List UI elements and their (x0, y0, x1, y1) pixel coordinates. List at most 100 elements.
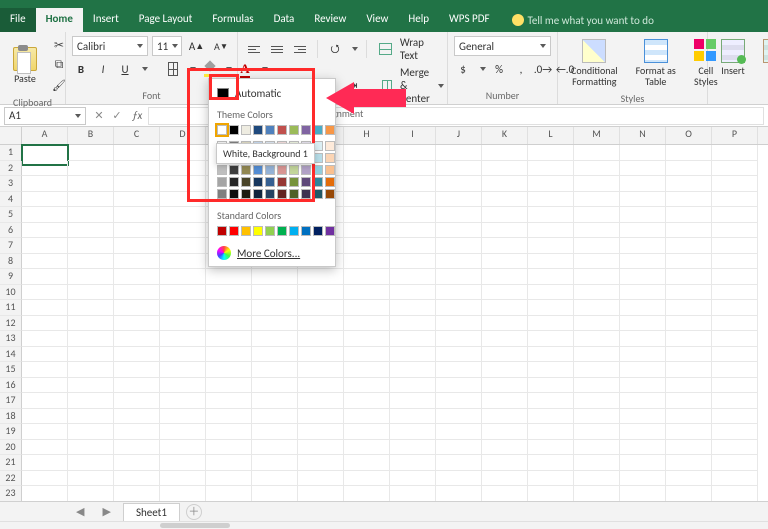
color-swatch[interactable] (253, 165, 263, 175)
bold-button[interactable]: B (72, 60, 90, 78)
column-header[interactable]: M (574, 127, 620, 144)
cell[interactable] (528, 471, 574, 487)
color-swatch[interactable] (229, 125, 239, 135)
cell[interactable] (574, 285, 620, 301)
cell[interactable] (390, 471, 436, 487)
cell[interactable] (68, 486, 114, 501)
tell-me[interactable]: Tell me what you want to do (512, 8, 654, 32)
tab-file[interactable]: File (0, 8, 36, 32)
cell[interactable] (436, 269, 482, 285)
cell[interactable] (712, 440, 758, 456)
cell[interactable] (482, 486, 528, 501)
enter-formula-button[interactable]: ✓ (108, 109, 126, 122)
cell[interactable] (436, 254, 482, 270)
color-swatch[interactable] (301, 189, 311, 199)
column-header[interactable]: O (666, 127, 712, 144)
cell[interactable] (620, 486, 666, 501)
cell[interactable] (22, 269, 68, 285)
cell[interactable] (620, 409, 666, 425)
cell[interactable] (528, 440, 574, 456)
cell[interactable] (114, 238, 160, 254)
cell[interactable] (160, 440, 206, 456)
cell[interactable] (666, 285, 712, 301)
cell[interactable] (68, 471, 114, 487)
color-swatch[interactable] (265, 177, 275, 187)
cell[interactable] (344, 362, 390, 378)
fill-color-button[interactable] (200, 60, 218, 78)
cell[interactable] (114, 409, 160, 425)
cell[interactable] (482, 238, 528, 254)
cell[interactable] (436, 207, 482, 223)
color-swatch[interactable] (265, 125, 275, 135)
cell[interactable] (712, 145, 758, 161)
row-header[interactable]: 22 (0, 471, 22, 487)
cell[interactable] (574, 192, 620, 208)
cell[interactable] (574, 238, 620, 254)
cell[interactable] (298, 393, 344, 409)
color-swatch[interactable] (217, 226, 227, 236)
grow-font-button[interactable]: A▲ (186, 37, 207, 55)
cell[interactable] (712, 254, 758, 270)
cell[interactable] (482, 161, 528, 177)
cell[interactable] (528, 176, 574, 192)
cell[interactable] (114, 300, 160, 316)
cell[interactable] (206, 471, 252, 487)
cell[interactable] (528, 207, 574, 223)
cell[interactable] (298, 471, 344, 487)
cell[interactable] (390, 161, 436, 177)
cell[interactable] (390, 393, 436, 409)
column-header[interactable]: I (390, 127, 436, 144)
cell[interactable] (390, 254, 436, 270)
cell[interactable] (712, 471, 758, 487)
color-swatch[interactable] (229, 177, 239, 187)
cell[interactable] (160, 223, 206, 239)
cell[interactable] (114, 455, 160, 471)
align-top-button[interactable] (244, 40, 263, 58)
cell[interactable] (436, 300, 482, 316)
color-swatch[interactable] (241, 226, 251, 236)
color-swatch[interactable] (313, 165, 323, 175)
cell[interactable] (114, 331, 160, 347)
cell[interactable] (160, 300, 206, 316)
cell[interactable] (68, 455, 114, 471)
cell[interactable] (390, 362, 436, 378)
number-format-select[interactable]: General (454, 36, 551, 56)
cell[interactable] (22, 486, 68, 501)
cell[interactable] (344, 424, 390, 440)
cell[interactable] (298, 486, 344, 501)
tab-page-layout[interactable]: Page Layout (129, 8, 203, 32)
cell[interactable] (620, 238, 666, 254)
cell[interactable] (206, 331, 252, 347)
cell[interactable] (22, 176, 68, 192)
row-header[interactable]: 17 (0, 393, 22, 409)
cell[interactable] (22, 347, 68, 363)
cell[interactable] (160, 331, 206, 347)
cell[interactable] (344, 269, 390, 285)
cell[interactable] (436, 362, 482, 378)
cell[interactable] (620, 424, 666, 440)
cell[interactable] (482, 440, 528, 456)
cell[interactable] (344, 145, 390, 161)
cell[interactable] (344, 300, 390, 316)
cell[interactable] (160, 362, 206, 378)
cell[interactable] (344, 440, 390, 456)
cell[interactable] (620, 269, 666, 285)
row-header[interactable]: 8 (0, 254, 22, 270)
cell[interactable] (528, 362, 574, 378)
cell[interactable] (298, 362, 344, 378)
color-swatch[interactable] (217, 165, 227, 175)
cell[interactable] (22, 223, 68, 239)
color-swatch[interactable] (289, 165, 299, 175)
cell[interactable] (390, 347, 436, 363)
cell[interactable] (712, 409, 758, 425)
cell[interactable] (712, 347, 758, 363)
cell[interactable] (114, 176, 160, 192)
cell[interactable] (574, 347, 620, 363)
cell[interactable] (620, 300, 666, 316)
cell[interactable] (22, 393, 68, 409)
cell[interactable] (574, 471, 620, 487)
cell[interactable] (712, 486, 758, 501)
cell[interactable] (22, 378, 68, 394)
cell[interactable] (712, 161, 758, 177)
cell[interactable] (666, 300, 712, 316)
